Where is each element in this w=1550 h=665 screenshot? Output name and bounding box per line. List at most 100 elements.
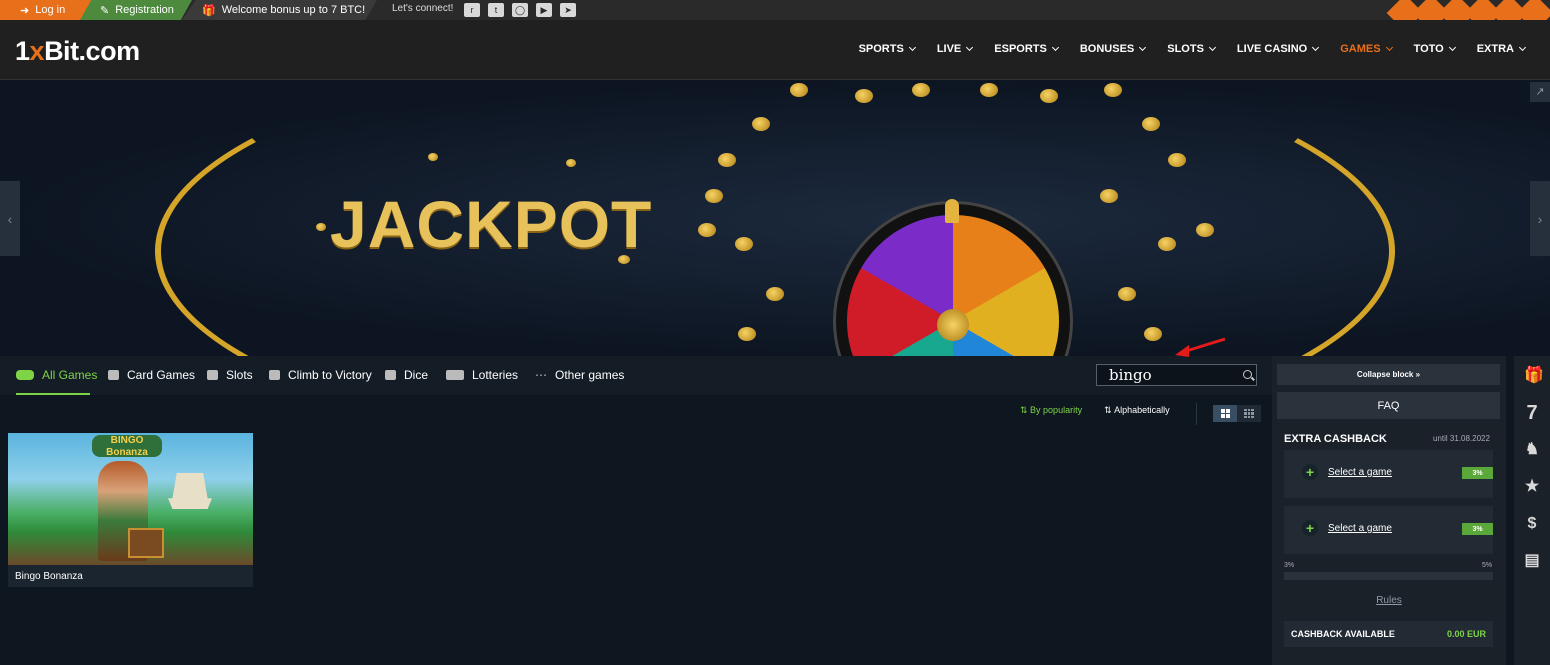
telegram-icon[interactable]: ➤	[560, 3, 576, 17]
nav-toto[interactable]: TOTO	[1403, 43, 1466, 55]
edit-icon: ✎	[100, 4, 110, 17]
instagram-icon[interactable]: ◯	[512, 3, 528, 17]
coin-decoration	[1040, 89, 1058, 103]
nav-label: SLOTS	[1167, 43, 1204, 55]
youtube-icon[interactable]: ▶	[536, 3, 552, 17]
more-dots-icon: ⋯	[535, 368, 547, 382]
nav-label: SPORTS	[858, 43, 904, 55]
large-grid-view-button[interactable]	[1213, 405, 1237, 422]
dollar-coin-icon[interactable]: $	[1524, 516, 1540, 532]
cherry-icon	[207, 370, 218, 380]
chevron-down-icon	[1518, 43, 1527, 52]
range-max: 5%	[1482, 562, 1493, 569]
nav-live[interactable]: LIVE	[926, 43, 983, 55]
select-game-link[interactable]: Select a game	[1328, 523, 1392, 534]
lucky-seven-icon[interactable]: 7	[1524, 403, 1540, 423]
ticket-icon[interactable]: ▤	[1524, 553, 1540, 569]
reddit-icon[interactable]: r	[464, 3, 480, 17]
collapse-banner-icon[interactable]: ↗	[1530, 82, 1550, 102]
game-card[interactable]: BINGO Bonanza Bingo Bonanza	[8, 433, 253, 587]
select-game-link[interactable]: Select a game	[1328, 467, 1392, 478]
banner-prev-arrow[interactable]: ‹	[0, 181, 20, 256]
login-button[interactable]: ➜ Log in	[0, 0, 92, 20]
site-logo[interactable]: 1xBit.com	[15, 36, 140, 67]
nav-label: GAMES	[1340, 43, 1381, 55]
game-search-input[interactable]: bingo	[1096, 364, 1257, 386]
chevron-down-icon	[1139, 43, 1147, 52]
stairs-icon	[269, 370, 280, 380]
percent-badge: 3%	[1462, 523, 1493, 535]
game-title: Bingo Bonanza	[15, 571, 83, 582]
wheel-hub	[937, 309, 969, 341]
faq-button[interactable]: FAQ	[1277, 392, 1500, 419]
cashback-title: EXTRA CASHBACK	[1284, 433, 1387, 445]
rules-link[interactable]: Rules	[1272, 595, 1506, 606]
spade-icon	[108, 370, 119, 380]
sort-by-popularity[interactable]: ⇅ By popularity	[1020, 405, 1082, 416]
plus-icon[interactable]: +	[1302, 520, 1318, 536]
coin-decoration	[618, 255, 630, 264]
coin-decoration	[566, 159, 576, 167]
nav-extra[interactable]: EXTRA	[1466, 43, 1536, 55]
nav-label: ESPORTS	[994, 43, 1047, 55]
jackpot-banner[interactable]: JACKPOT ‹ ›	[0, 81, 1550, 356]
nav-games[interactable]: GAMES	[1329, 43, 1402, 55]
main-header: 1xBit.com SPORTS LIVE ESPORTS BONUSES SL…	[0, 20, 1550, 80]
cashback-progress-bar	[1284, 572, 1493, 580]
banner-headline: JACKPOT	[330, 187, 653, 261]
tab-label: Other games	[555, 368, 625, 382]
coin-decoration	[316, 223, 326, 231]
cashback-slot[interactable]: + Select a game 3%	[1284, 450, 1493, 498]
registration-button[interactable]: ✎ Registration	[80, 0, 192, 20]
grid-small-icon	[1244, 409, 1254, 418]
tab-slots[interactable]: Slots	[207, 368, 253, 382]
tab-dice[interactable]: Dice	[385, 368, 428, 382]
search-icon[interactable]	[1243, 370, 1252, 379]
tab-lotteries[interactable]: Lotteries	[446, 368, 518, 382]
nav-bonuses[interactable]: BONUSES	[1069, 43, 1156, 55]
nav-label: TOTO	[1413, 43, 1444, 55]
dice-icon	[385, 370, 396, 380]
coin-decoration	[1104, 83, 1122, 97]
coin-decoration	[766, 287, 784, 301]
login-label: Log in	[35, 4, 66, 16]
collapse-block-button[interactable]: Collapse block »	[1277, 364, 1500, 385]
coin-decoration	[705, 189, 723, 203]
coin-decoration	[735, 237, 753, 251]
tab-label: Slots	[226, 368, 253, 382]
coin-decoration	[1118, 287, 1136, 301]
nav-esports[interactable]: ESPORTS	[983, 43, 1069, 55]
cashback-panel: Collapse block » FAQ EXTRA CASHBACK unti…	[1272, 356, 1506, 665]
nav-label: LIVE CASINO	[1236, 43, 1308, 55]
wheel-pointer	[945, 199, 959, 223]
banner-next-arrow[interactable]: ›	[1530, 181, 1550, 256]
treasure-chest-illustration	[128, 528, 164, 558]
cashback-slot[interactable]: + Select a game 3%	[1284, 506, 1493, 554]
logo-x: x	[29, 36, 45, 66]
trophy-icon[interactable]: ★	[1524, 479, 1540, 495]
small-grid-view-button[interactable]	[1237, 405, 1261, 422]
twitter-icon[interactable]: t	[488, 3, 504, 17]
tab-all-games[interactable]: All Games	[16, 368, 97, 382]
nav-sports[interactable]: SPORTS	[848, 43, 926, 55]
gamepad-icon	[16, 370, 34, 380]
tab-label: Card Games	[127, 368, 196, 382]
chevron-down-icon	[1385, 43, 1393, 52]
tab-card-games[interactable]: Card Games	[108, 368, 195, 382]
game-thumbnail[interactable]: BINGO Bonanza	[8, 433, 253, 565]
gift-icon[interactable]: 🎁	[1524, 368, 1544, 384]
nav-slots[interactable]: SLOTS	[1156, 43, 1226, 55]
range-min: 3%	[1284, 562, 1295, 569]
login-icon: ➜	[20, 4, 30, 17]
nav-live-casino[interactable]: LIVE CASINO	[1226, 43, 1329, 55]
plus-icon[interactable]: +	[1302, 464, 1318, 480]
sort-alphabetically[interactable]: ⇅ Alphabetically	[1104, 405, 1170, 416]
nav-label: BONUSES	[1079, 43, 1135, 55]
tab-other-games[interactable]: ⋯ Other games	[535, 368, 624, 382]
tab-climb-to-victory[interactable]: Climb to Victory	[269, 368, 372, 382]
welcome-bonus-link[interactable]: 🎁 Welcome bonus up to 7 BTC!	[182, 0, 377, 20]
coin-decoration	[1158, 237, 1176, 251]
chess-icon[interactable]: ♞	[1524, 442, 1540, 458]
available-label: CASHBACK AVAILABLE	[1291, 629, 1395, 639]
chevron-down-icon	[966, 43, 974, 52]
